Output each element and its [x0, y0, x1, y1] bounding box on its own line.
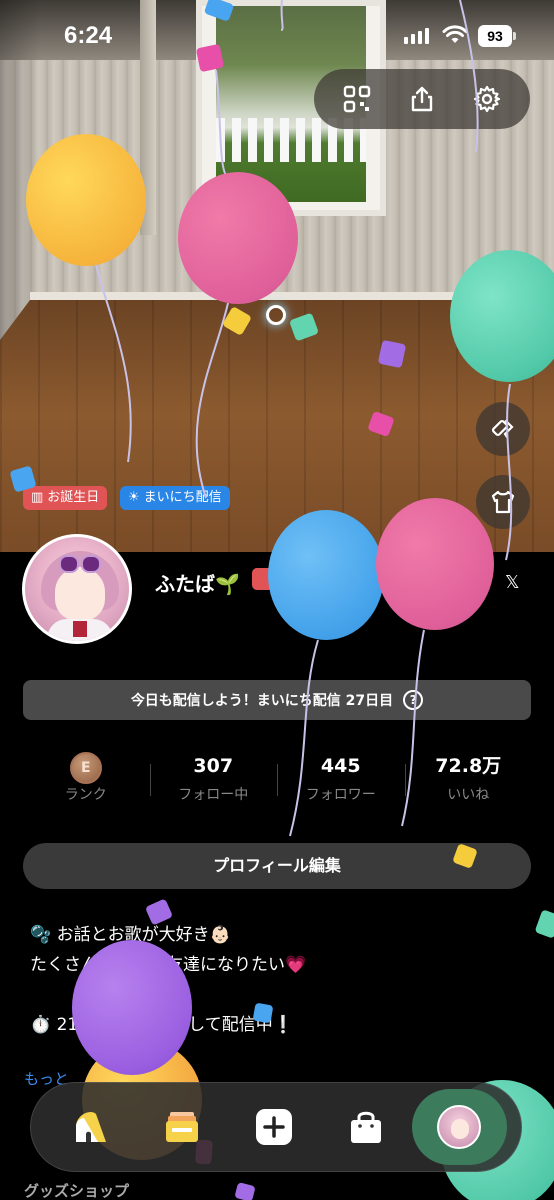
top-action-bar	[314, 69, 530, 129]
stat-following-value: 307	[193, 755, 234, 777]
streak-text: 今日も配信しよう！まいにち配信 27日目	[130, 693, 394, 709]
pink-balloon	[178, 172, 298, 304]
nav-shop[interactable]	[320, 1092, 412, 1162]
paint-roller-button[interactable]	[476, 402, 530, 456]
confetti	[534, 909, 554, 939]
purple-balloon	[72, 940, 192, 1075]
stat-following[interactable]: 307 フォロー中	[149, 748, 278, 814]
signal-icon	[404, 28, 429, 44]
profile-avatar[interactable]	[22, 534, 132, 644]
pink-balloon-2	[376, 498, 494, 630]
plus-icon	[256, 1109, 293, 1145]
goods-shop-heading: グッズショップ	[24, 1182, 130, 1200]
edit-profile-button[interactable]: プロフィール編集	[23, 843, 531, 889]
avatar	[437, 1105, 482, 1149]
confetti	[195, 43, 225, 73]
nav-home[interactable]	[45, 1092, 137, 1162]
confetti	[234, 1182, 256, 1200]
daily-stream-tag[interactable]: ☀ まいにち配信	[120, 486, 230, 510]
daily-streak-banner[interactable]: 今日も配信しよう！まいにち配信 27日目 ?	[23, 680, 531, 720]
bio-line-3-start: ⏱️ 21	[30, 1015, 79, 1035]
confetti	[252, 1002, 274, 1024]
stat-following-label: フォロー中	[178, 787, 249, 803]
home-icon	[75, 1112, 106, 1142]
profile-name: ふたば🌱	[155, 572, 240, 596]
share-icon[interactable]	[404, 81, 440, 117]
stat-likes[interactable]: 72.8万 いいね	[404, 748, 533, 814]
stat-followers[interactable]: 445 フォロワー	[277, 748, 405, 814]
status-time: 6:24	[64, 22, 113, 49]
shopping-bag-icon	[350, 1111, 381, 1143]
cards-icon	[166, 1112, 199, 1142]
bio-line-1: 🫧 お話とお歌が大好き👶🏻	[30, 925, 231, 945]
battery-indicator: 93	[478, 25, 512, 47]
stat-rank-label: ランク	[64, 787, 107, 803]
focus-ring-icon	[266, 305, 286, 325]
stat-rank[interactable]: E ランク	[22, 748, 150, 814]
wifi-icon	[442, 25, 468, 43]
bottom-navigation	[30, 1082, 522, 1172]
stat-followers-label: フォロワー	[305, 787, 376, 803]
cake-icon: ▥	[31, 490, 44, 505]
gear-icon[interactable]	[469, 81, 505, 117]
stat-likes-value: 72.8万	[435, 755, 502, 777]
battery-tip	[513, 32, 516, 40]
birthday-tag[interactable]: ▥ お誕生日	[23, 486, 108, 510]
x-social-icon[interactable]: 𝕏	[505, 572, 520, 593]
tshirt-icon	[491, 490, 515, 514]
info-icon[interactable]: ?	[403, 690, 424, 710]
rank-badge-icon: E	[69, 752, 102, 784]
bio-line-3-end: して配信中❕	[188, 1015, 294, 1035]
stat-likes-label: いいね	[447, 787, 490, 803]
yellow-balloon	[26, 134, 146, 266]
profile-stats: E ランク 307 フォロー中 445 フォロワー 72.8万 いいね	[22, 748, 532, 814]
qr-code-icon[interactable]	[339, 81, 375, 117]
stat-followers-value: 445	[320, 755, 361, 777]
confetti	[377, 339, 407, 369]
nav-cards[interactable]	[137, 1092, 229, 1162]
daily-tag-label: まいにち配信	[143, 490, 222, 505]
birthday-tag-label: お誕生日	[47, 490, 100, 505]
paint-roller-icon	[491, 419, 514, 439]
outfit-button[interactable]	[476, 475, 530, 529]
sun-icon: ☀	[128, 490, 140, 505]
status-bar: 6:24 93	[0, 0, 554, 74]
blue-balloon	[268, 510, 384, 640]
nav-profile[interactable]	[411, 1089, 508, 1165]
nav-create[interactable]	[228, 1092, 320, 1162]
